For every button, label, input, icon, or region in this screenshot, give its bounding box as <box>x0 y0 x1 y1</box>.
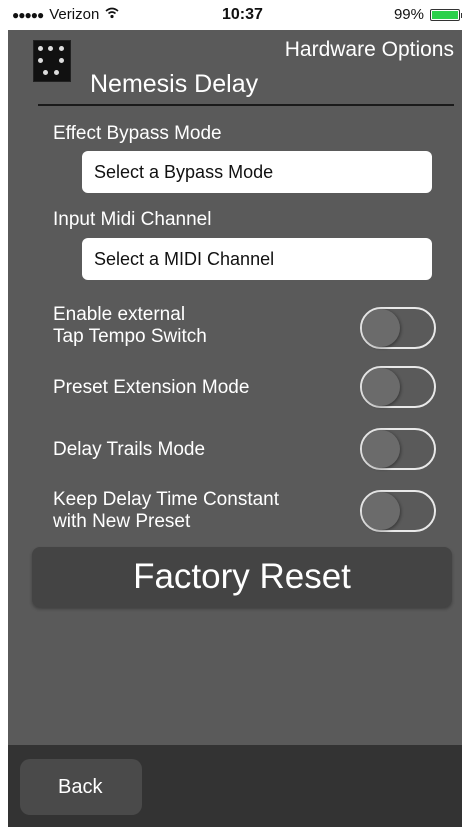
back-button[interactable]: Back <box>20 759 142 815</box>
keep-delay-time-label-line2: with New Preset <box>53 511 191 532</box>
factory-reset-button[interactable]: Factory Reset <box>32 547 452 607</box>
tap-tempo-label-line2: Tap Tempo Switch <box>53 326 207 347</box>
delay-trails-label: Delay Trails Mode <box>53 439 206 460</box>
toggle-knob <box>362 368 400 406</box>
battery-fill <box>432 10 458 19</box>
tap-tempo-label-line1: Enable external <box>53 304 186 325</box>
toggle-knob <box>362 309 400 347</box>
bypass-mode-label: Effect Bypass Mode <box>53 123 222 144</box>
signal-strength-icon: ●●●●● <box>12 7 44 22</box>
keep-delay-time-label-line1: Keep Delay Time Constant <box>53 489 280 510</box>
midi-channel-label: Input Midi Channel <box>53 209 212 230</box>
toggle-knob <box>362 492 400 530</box>
keep-delay-time-label: Keep Delay Time Constant with New Preset <box>53 489 279 533</box>
wifi-icon <box>105 6 119 23</box>
midi-channel-select[interactable]: Select a MIDI Channel <box>82 238 432 280</box>
delay-trails-toggle[interactable] <box>360 428 436 470</box>
clock: 10:37 <box>222 6 263 23</box>
page-title: Hardware Options <box>284 38 454 61</box>
header-divider <box>38 104 454 106</box>
device-name: Nemesis Delay <box>90 70 259 98</box>
toggle-knob <box>362 430 400 468</box>
header: Hardware Options Nemesis Delay <box>8 30 462 106</box>
tap-tempo-toggle[interactable] <box>360 307 436 349</box>
battery-percent: 99% <box>393 6 424 23</box>
device-logo-icon <box>33 40 71 82</box>
battery-icon <box>430 8 462 21</box>
bypass-mode-select[interactable]: Select a Bypass Mode <box>82 151 432 193</box>
carrier-label: Verizon <box>49 6 100 23</box>
preset-extension-label: Preset Extension Mode <box>53 377 250 398</box>
status-left: ●●●●● Verizon <box>12 6 119 23</box>
status-right: 99% <box>393 6 462 23</box>
tap-tempo-label: Enable external Tap Tempo Switch <box>53 304 207 348</box>
status-bar: ●●●●● Verizon 10:37 99% <box>8 0 462 30</box>
app-screen: ●●●●● Verizon 10:37 99% Hardware Options… <box>8 0 462 827</box>
keep-delay-time-toggle[interactable] <box>360 490 436 532</box>
preset-extension-toggle[interactable] <box>360 366 436 408</box>
bottom-toolbar: Back <box>8 745 462 827</box>
